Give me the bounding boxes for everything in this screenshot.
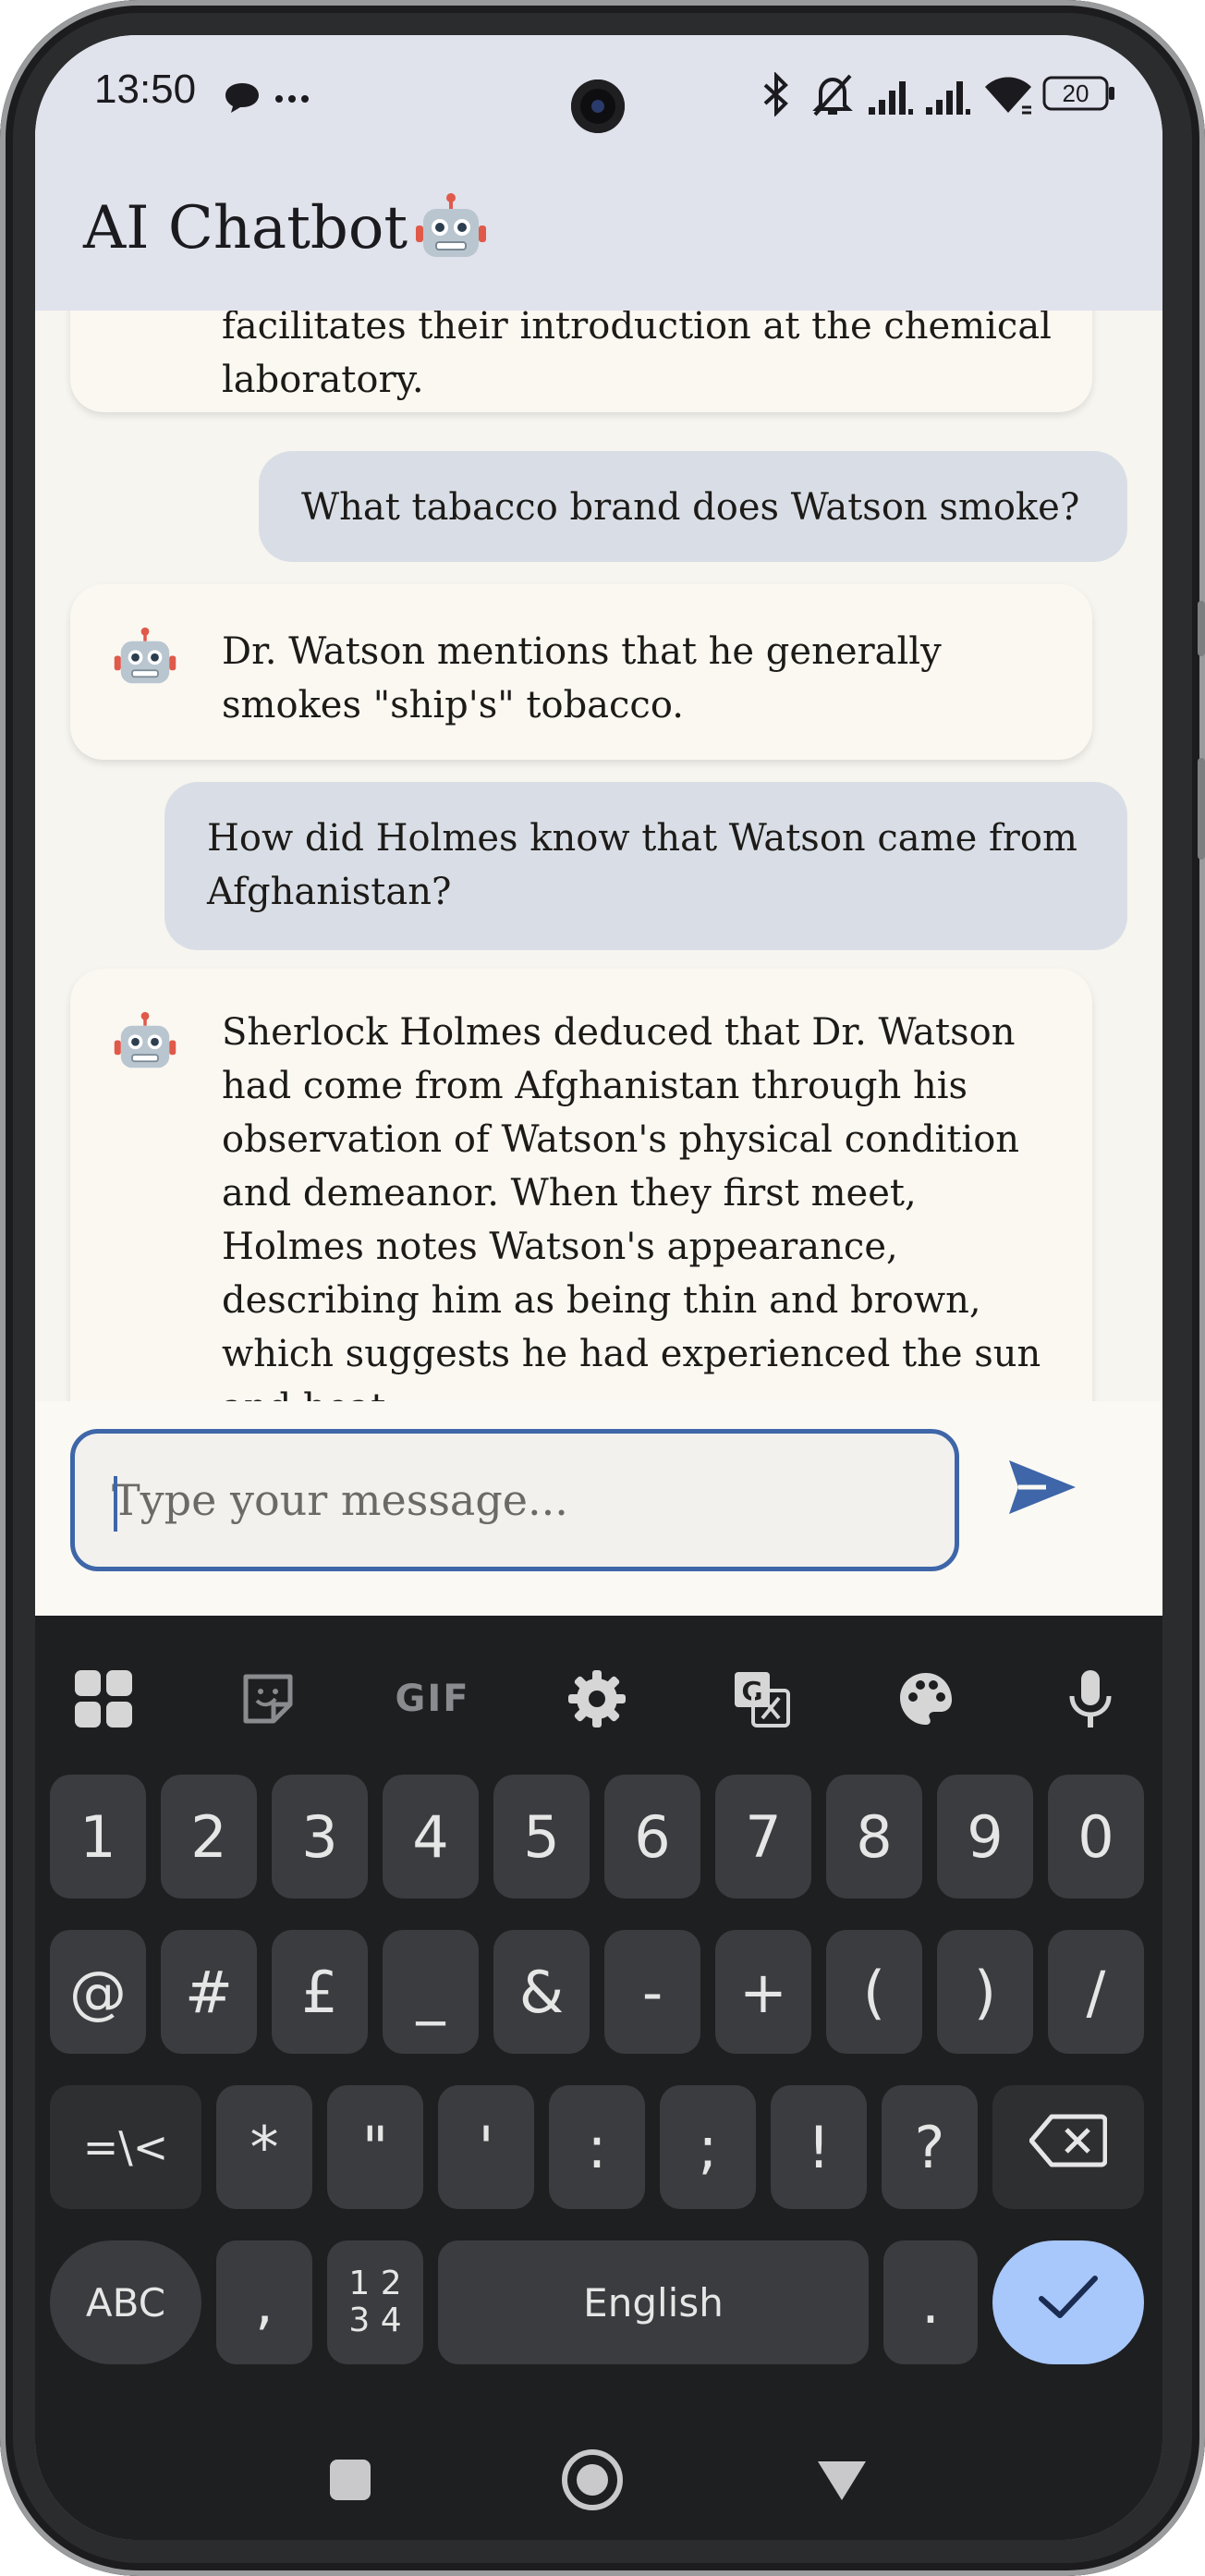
key-asterisk[interactable]: * bbox=[216, 2085, 312, 2209]
recents-button[interactable] bbox=[318, 2449, 383, 2514]
back-button[interactable] bbox=[809, 2449, 874, 2514]
key-0[interactable]: 0 bbox=[1048, 1775, 1144, 1898]
gif-label: GIF bbox=[395, 1678, 470, 1720]
key-more-symbols[interactable]: =\< bbox=[50, 2085, 201, 2209]
wifi-icon bbox=[981, 72, 1035, 120]
send-button[interactable] bbox=[1005, 1457, 1098, 1540]
message-composer bbox=[35, 1401, 1162, 1616]
status-bar: 13:50 20 bbox=[35, 35, 1162, 155]
key-slash[interactable]: / bbox=[1048, 1930, 1144, 2054]
key-comma[interactable]: , bbox=[216, 2240, 312, 2364]
user-message: What tabacco brand does Watson smoke? bbox=[259, 451, 1127, 562]
signal-strength-icon-2 bbox=[924, 72, 972, 120]
battery-icon: 20 bbox=[1042, 76, 1116, 111]
sticker-icon[interactable] bbox=[231, 1662, 305, 1736]
palette-icon[interactable] bbox=[889, 1662, 963, 1736]
key-period[interactable]: . bbox=[883, 2240, 978, 2364]
bot-message: Dr. Watson mentions that he generally sm… bbox=[70, 584, 1092, 760]
front-camera bbox=[571, 79, 625, 133]
key-colon[interactable]: : bbox=[549, 2085, 645, 2209]
page-title: AI Chatbot bbox=[83, 194, 408, 262]
battery-level: 20 bbox=[1062, 79, 1089, 107]
key-pound[interactable]: £ bbox=[272, 1930, 368, 2054]
key-plus[interactable]: + bbox=[715, 1930, 811, 2054]
status-time: 13:50 bbox=[94, 67, 197, 112]
gif-icon[interactable]: GIF bbox=[395, 1662, 470, 1736]
chat-thread[interactable]: facilitates their introduction at the ch… bbox=[35, 311, 1162, 1401]
translate-icon[interactable]: G bbox=[724, 1662, 798, 1736]
user-message: How did Holmes know that Watson came fro… bbox=[164, 782, 1127, 950]
chat-notification-icon bbox=[224, 81, 261, 118]
space-key[interactable]: English bbox=[438, 2240, 869, 2364]
message-text: Dr. Watson mentions that he generally sm… bbox=[222, 630, 942, 726]
numpad-label-bottom: 3 4 bbox=[348, 2301, 402, 2339]
key-5[interactable]: 5 bbox=[493, 1775, 590, 1898]
square-icon bbox=[328, 2458, 372, 2506]
bluetooth-icon bbox=[758, 71, 795, 120]
numpad-toggle-key[interactable]: 1 2 3 4 bbox=[327, 2240, 423, 2364]
volume-button bbox=[1198, 601, 1205, 656]
message-text: facilitates their introduction at the ch… bbox=[222, 311, 1052, 401]
key-8[interactable]: 8 bbox=[826, 1775, 922, 1898]
key-hash[interactable]: # bbox=[161, 1930, 257, 2054]
enter-key[interactable] bbox=[992, 2240, 1144, 2364]
key-ampersand[interactable]: & bbox=[493, 1930, 590, 2054]
key-7[interactable]: 7 bbox=[715, 1775, 811, 1898]
message-input[interactable] bbox=[112, 1467, 907, 1533]
settings-gear-icon[interactable] bbox=[560, 1662, 634, 1736]
robot-icon bbox=[113, 627, 177, 706]
robot-icon bbox=[414, 192, 488, 270]
abc-key[interactable]: ABC bbox=[50, 2240, 201, 2364]
message-text: What tabacco brand does Watson smoke? bbox=[301, 486, 1080, 529]
key-6[interactable]: 6 bbox=[604, 1775, 700, 1898]
key-9[interactable]: 9 bbox=[937, 1775, 1033, 1898]
key-close-paren[interactable]: ) bbox=[937, 1930, 1033, 2054]
robot-icon bbox=[113, 1011, 177, 1091]
bot-message: Sherlock Holmes deduced that Dr. Watson … bbox=[70, 969, 1092, 1401]
more-notifications-icon bbox=[274, 91, 310, 108]
power-button bbox=[1198, 758, 1205, 860]
message-text: How did Holmes know that Watson came fro… bbox=[207, 817, 1077, 913]
signal-strength-icon-1 bbox=[867, 72, 915, 120]
apps-grid-icon[interactable] bbox=[67, 1662, 140, 1736]
key-exclamation[interactable]: ! bbox=[771, 2085, 867, 2209]
key-double-quote[interactable]: " bbox=[327, 2085, 423, 2209]
screen: 13:50 20 AI Chatbot facilitates their in… bbox=[35, 35, 1162, 2540]
home-button[interactable] bbox=[560, 2449, 625, 2514]
microphone-icon[interactable] bbox=[1053, 1662, 1127, 1736]
home-circle-icon bbox=[560, 2448, 625, 2516]
key-2[interactable]: 2 bbox=[161, 1775, 257, 1898]
silent-bell-icon bbox=[811, 72, 854, 120]
numpad-label-top: 1 2 bbox=[348, 2265, 402, 2302]
app-header: 13:50 20 AI Chatbot bbox=[35, 35, 1162, 311]
key-underscore[interactable]: _ bbox=[383, 1930, 479, 2054]
key-3[interactable]: 3 bbox=[272, 1775, 368, 1898]
key-semicolon[interactable]: ; bbox=[660, 2085, 756, 2209]
text-cursor bbox=[114, 1476, 117, 1532]
backspace-key[interactable] bbox=[992, 2085, 1144, 2209]
send-icon bbox=[1005, 1460, 1079, 1521]
bot-message: facilitates their introduction at the ch… bbox=[70, 311, 1092, 412]
back-triangle-icon bbox=[816, 2458, 868, 2506]
key-at[interactable]: @ bbox=[50, 1930, 146, 2054]
key-question[interactable]: ? bbox=[882, 2085, 978, 2209]
checkmark-icon bbox=[1036, 2269, 1101, 2337]
key-single-quote[interactable]: ' bbox=[438, 2085, 534, 2209]
backspace-icon bbox=[1029, 2113, 1108, 2182]
key-1[interactable]: 1 bbox=[50, 1775, 146, 1898]
on-screen-keyboard: GIF G 1 2 3 4 5 6 7 8 9 0 @ # £ _ & - + … bbox=[35, 1616, 1162, 2540]
system-navigation-bar bbox=[35, 2418, 1162, 2540]
key-open-paren[interactable]: ( bbox=[826, 1930, 922, 2054]
key-minus[interactable]: - bbox=[604, 1930, 700, 2054]
message-text: Sherlock Holmes deduced that Dr. Watson … bbox=[222, 1011, 1041, 1401]
key-4[interactable]: 4 bbox=[383, 1775, 479, 1898]
message-input-container[interactable] bbox=[70, 1429, 959, 1571]
